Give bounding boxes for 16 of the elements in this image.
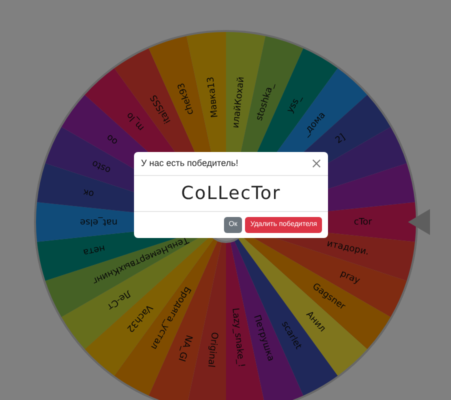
segment-label: Мавка13 <box>206 76 220 118</box>
segment-label: nat_else <box>80 216 118 227</box>
segment-label: cTor <box>354 217 372 228</box>
segment-label: Original <box>205 332 219 368</box>
winner-name: CoLLecTor <box>181 182 281 206</box>
segment-label: oo <box>105 132 120 146</box>
segment-label: pray <box>338 268 362 286</box>
pointer-icon <box>408 209 430 235</box>
segment-label: илайКохай <box>231 76 247 129</box>
dialog-title: У нас есть победитель! <box>141 156 238 170</box>
segment-label: ок <box>82 186 96 198</box>
segment-label: итадори. <box>326 239 370 258</box>
segment-label: osto <box>90 158 112 175</box>
segment-label: Lazy_snake_! <box>230 308 246 368</box>
close-icon[interactable] <box>312 159 321 168</box>
segment-label: 2] <box>334 132 348 146</box>
